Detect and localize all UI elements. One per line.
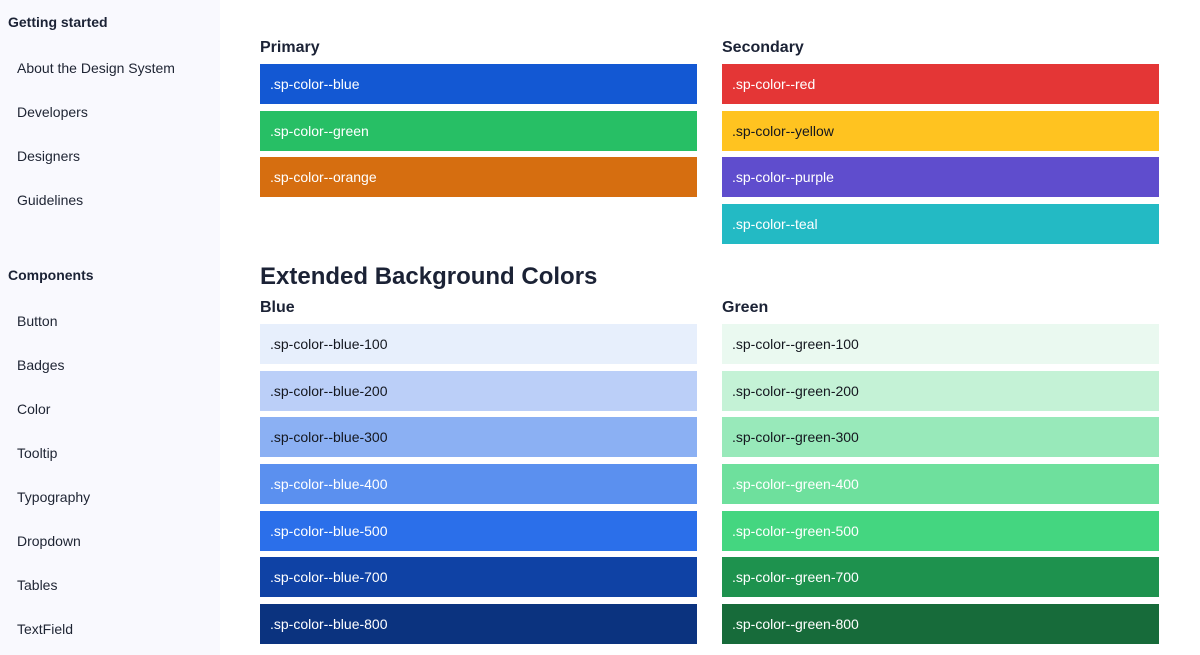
swatch-orange: .sp-color--orange [260,157,697,197]
swatch-green-100: .sp-color--green-100 [722,324,1159,364]
sidebar-item-tooltip[interactable]: Tooltip [17,444,57,462]
swatch-yellow: .sp-color--yellow [722,111,1159,151]
sidebar-heading-getting-started: Getting started [8,14,108,30]
swatch-blue-800: .sp-color--blue-800 [260,604,697,644]
green-heading: Green [722,299,769,316]
sidebar-item-badges[interactable]: Badges [17,356,64,374]
sidebar-item-designers[interactable]: Designers [17,147,80,165]
swatch-teal: .sp-color--teal [722,204,1159,244]
swatch-blue-300: .sp-color--blue-300 [260,417,697,457]
sidebar-item-developers[interactable]: Developers [17,103,88,121]
swatch-blue-500: .sp-color--blue-500 [260,511,697,551]
swatch-red: .sp-color--red [722,64,1159,104]
swatch-blue-700: .sp-color--blue-700 [260,557,697,597]
sidebar-item-button[interactable]: Button [17,312,57,330]
sidebar-item-tables[interactable]: Tables [17,576,57,594]
sidebar: Getting started About the Design System … [0,0,220,655]
swatch-blue: .sp-color--blue [260,64,697,104]
sidebar-item-color[interactable]: Color [17,400,50,418]
sidebar-heading-components: Components [8,267,94,283]
swatch-green-200: .sp-color--green-200 [722,371,1159,411]
page: Getting started About the Design System … [0,0,1200,655]
swatch-green-500: .sp-color--green-500 [722,511,1159,551]
blue-heading: Blue [260,299,295,316]
extended-colors-heading: Extended Background Colors [260,263,598,290]
swatch-green-300: .sp-color--green-300 [722,417,1159,457]
sidebar-item-textfield[interactable]: TextField [17,620,73,638]
sidebar-item-typography[interactable]: Typography [17,488,90,506]
swatch-purple: .sp-color--purple [722,157,1159,197]
sidebar-item-dropdown[interactable]: Dropdown [17,532,81,550]
secondary-heading: Secondary [722,39,804,56]
swatch-green-400: .sp-color--green-400 [722,464,1159,504]
swatch-green-700: .sp-color--green-700 [722,557,1159,597]
swatch-blue-200: .sp-color--blue-200 [260,371,697,411]
swatch-blue-400: .sp-color--blue-400 [260,464,697,504]
swatch-green-800: .sp-color--green-800 [722,604,1159,644]
swatch-green: .sp-color--green [260,111,697,151]
sidebar-item-about-the-design-system[interactable]: About the Design System [17,59,175,77]
main-content: Primary .sp-color--blue .sp-color--green… [220,0,1200,655]
swatch-blue-100: .sp-color--blue-100 [260,324,697,364]
sidebar-item-guidelines[interactable]: Guidelines [17,191,83,209]
primary-heading: Primary [260,39,320,56]
